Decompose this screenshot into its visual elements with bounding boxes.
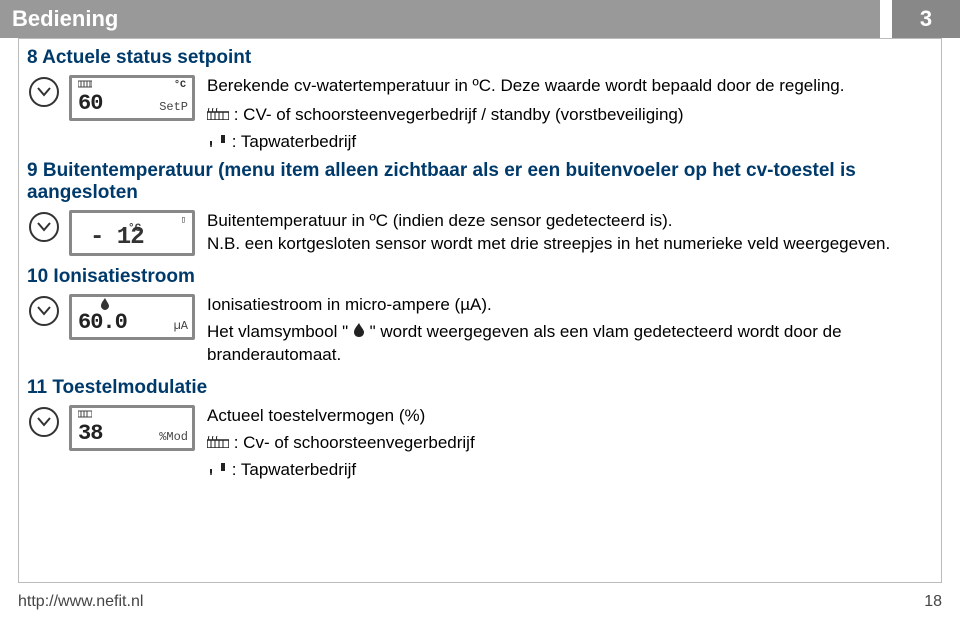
section-8-heading: 8 Actuele status setpoint [19,39,941,73]
lcd-display-setpoint: °C 60 SetP [69,75,195,121]
section-9-heading: 9 Buitentemperatuur (menu item alleen zi… [19,156,941,208]
section-8-tap-line: : Tapwaterbedrijf [207,131,931,154]
lcd-setp-value: 60 [78,91,102,116]
lcd-mod-value: 38 [78,421,102,446]
page-header: Bediening 3 [0,0,960,38]
battery-icon: ▯ [181,215,186,225]
down-button-icon [29,407,59,437]
section-11-heading: 11 Toestelmodulatie [19,369,941,403]
section-10-heading: 10 Ionisatiestroom [19,258,941,292]
footer-page-number: 18 [924,593,942,611]
section-10-flame-pre: Het vlamsymbool " [207,322,348,341]
down-button-icon [29,77,59,107]
section-10-text1: Ionisatiestroom in micro-ampere (µA). [207,294,931,317]
section-10-flame-line: Het vlamsymbool " " wordt weergegeven al… [207,321,931,367]
section-11-text1: Actueel toestelvermogen (%) [207,405,931,428]
footer-url: http://www.nefit.nl [18,593,143,611]
section-11-tap-text: : Tapwaterbedrijf [232,460,356,479]
chapter-number-badge: 3 [892,0,960,38]
lcd-setp-suffix: SetP [159,100,188,114]
radiator-icon [207,104,229,127]
lcd-display-outdoor: ▯ °C - 12 [69,210,195,256]
lcd-display-mod: 38 %Mod [69,405,195,451]
section-8-tap-text: : Tapwaterbedrijf [232,132,356,151]
content-box: 8 Actuele status setpoint °C 60 SetP Ber… [18,38,942,583]
section-10-row: 60.0 µA Ionisatiestroom in micro-ampere … [19,292,941,369]
tap-icon [207,131,227,154]
section-9-text1: Buitentemperatuur in ºC (indien deze sen… [207,210,931,233]
lcd-ion-value: 60.0 [78,310,127,335]
section-9-text2: N.B. een kortgesloten sensor wordt met d… [207,233,931,256]
section-8-row: °C 60 SetP Berekende cv-watertemperatuur… [19,73,941,156]
down-button-icon [29,296,59,326]
flame-icon [353,321,365,344]
section-9-row: ▯ °C - 12 Buitentemperatuur in ºC (indie… [19,208,941,258]
degc-label: °C [174,80,186,91]
section-11-cv-text: : Cv- of schoorsteenvegerbedrijf [234,433,475,452]
lcd-outdoor-value: - 12 [90,224,144,251]
header-title: Bediening [0,0,880,38]
page-footer: http://www.nefit.nl 18 [0,583,960,611]
section-11-row: 38 %Mod Actueel toestelvermogen (%) : Cv… [19,403,941,484]
radiator-icon [78,410,92,421]
radiator-icon [78,80,92,91]
lcd-ion-suffix: µA [174,319,188,333]
section-8-cv-text: : CV- of schoorsteenvegerbedrijf / stand… [234,105,684,124]
section-11-cv-line: : Cv- of schoorsteenvegerbedrijf [207,432,931,455]
tap-icon [207,459,227,482]
lcd-mod-suffix: %Mod [159,430,188,444]
section-8-text1: Berekende cv-watertemperatuur in ºC. Dez… [207,75,931,98]
down-button-icon [29,212,59,242]
lcd-display-ion: 60.0 µA [69,294,195,340]
radiator-icon [207,432,229,455]
section-8-cv-line: : CV- of schoorsteenvegerbedrijf / stand… [207,104,931,127]
section-11-tap-line: : Tapwaterbedrijf [207,459,931,482]
